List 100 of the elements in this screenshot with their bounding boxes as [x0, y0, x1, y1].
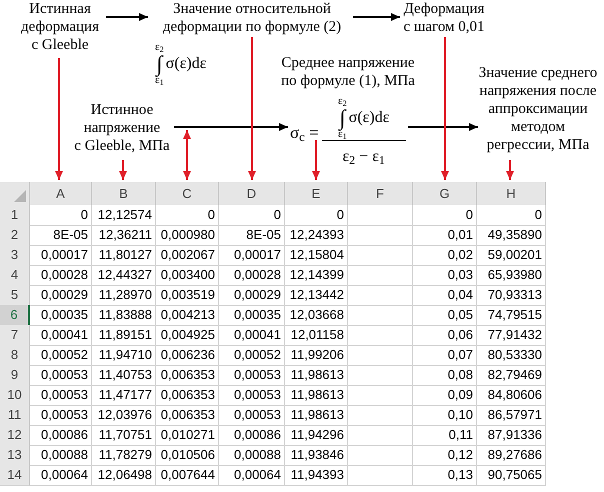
- empty-cell: [348, 205, 413, 226]
- column-header[interactable]: G: [413, 182, 477, 205]
- table-cell: 0,007644: [156, 465, 219, 486]
- table-cell: 80,53330: [477, 345, 546, 366]
- row-header[interactable]: 1: [0, 205, 30, 226]
- table-cell: 0,004213: [156, 305, 219, 326]
- table-cell: 0,00035: [30, 305, 92, 326]
- denominator: ε$_{2}$ − ε$_{1}$: [342, 147, 385, 169]
- table-cell: 0,00088: [219, 445, 285, 466]
- integrand: σ(ε)dε: [166, 54, 206, 74]
- empty-cell: [348, 265, 413, 286]
- integrand: σ(ε)dε: [348, 108, 390, 128]
- table-cell: 82,79469: [477, 365, 546, 386]
- table-cell: 0,00064: [30, 465, 92, 486]
- table-cell: 65,93980: [477, 265, 546, 286]
- table-cell: 0,00028: [219, 265, 285, 286]
- table-cell: 0: [156, 205, 219, 226]
- table-cell: 0,09: [413, 385, 477, 406]
- table-cell: 0,00029: [219, 285, 285, 306]
- table-cell: 11,78279: [92, 445, 156, 466]
- column-header[interactable]: A: [30, 182, 92, 205]
- table-cell: 0,002067: [156, 245, 219, 266]
- table-cell: 11,94296: [285, 425, 348, 446]
- column-header[interactable]: D: [219, 182, 285, 205]
- table-cell: 12,06498: [92, 465, 156, 486]
- table-cell: 0,00052: [219, 345, 285, 366]
- table-cell: 0,02: [413, 245, 477, 266]
- annotation-label: Среднее напряжение по формуле (1), МПа: [280, 54, 416, 90]
- table-cell: 0,00028: [30, 265, 92, 286]
- table-cell: 0,10: [413, 405, 477, 426]
- table-cell: 87,91336: [477, 425, 546, 446]
- table-cell: 0,00086: [219, 425, 285, 446]
- table-cell: 11,47177: [92, 385, 156, 406]
- column-header[interactable]: C: [156, 182, 219, 205]
- annotation-label: Деформация с шагом 0,01: [402, 0, 486, 36]
- table-cell: 11,40753: [92, 365, 156, 386]
- row-header[interactable]: 11: [0, 405, 30, 426]
- table-cell: 11,99206: [285, 345, 348, 366]
- table-cell: 11,80127: [92, 245, 156, 266]
- row-header[interactable]: 8: [0, 345, 30, 366]
- empty-cell: [348, 305, 413, 326]
- table-cell: 0,000980: [156, 225, 219, 246]
- table-cell: 0,00052: [30, 345, 92, 366]
- table-cell: 11,98613: [285, 385, 348, 406]
- table-cell: 12,13442: [285, 285, 348, 306]
- table-cell: 84,80606: [477, 385, 546, 406]
- table-cell: 0,00029: [30, 285, 92, 306]
- table-cell: 11,98613: [285, 365, 348, 386]
- double-arrow: [183, 130, 191, 180]
- formula-lhs: σ$_{c}$ =: [290, 122, 319, 146]
- row-header[interactable]: 6: [0, 305, 30, 326]
- column-header[interactable]: H: [477, 182, 546, 205]
- table-cell: 12,12574: [92, 205, 156, 226]
- empty-cell: [348, 325, 413, 346]
- empty-cell: [348, 225, 413, 246]
- empty-cell: [348, 425, 413, 446]
- table-cell: 0,11: [413, 425, 477, 446]
- table-cell: 12,03976: [92, 405, 156, 426]
- row-header[interactable]: 2: [0, 225, 30, 246]
- table-cell: 70,93313: [477, 285, 546, 306]
- table-cell: 0,00053: [219, 405, 285, 426]
- table-cell: 0,00053: [30, 385, 92, 406]
- table-cell: 0,00064: [219, 465, 285, 486]
- table-cell: 0,13: [413, 465, 477, 486]
- table-cell: 12,44327: [92, 265, 156, 286]
- table-cell: 0,006353: [156, 385, 219, 406]
- column-header[interactable]: E: [285, 182, 348, 205]
- table-cell: 0: [413, 205, 477, 226]
- row-header[interactable]: 14: [0, 465, 30, 486]
- table-cell: 59,00201: [477, 245, 546, 266]
- upper-limit: ε$_{2}$: [155, 42, 164, 53]
- table-cell: 0,006353: [156, 405, 219, 426]
- row-header[interactable]: 9: [0, 365, 30, 386]
- row-header[interactable]: 5: [0, 285, 30, 306]
- table-cell: 0: [219, 205, 285, 226]
- annotation-label: Истинное напряжение с Gleeble, МПа: [73, 101, 171, 155]
- table-cell: 0,08: [413, 365, 477, 386]
- row-header[interactable]: 3: [0, 245, 30, 266]
- empty-cell: [348, 245, 413, 266]
- annotation-label: Значение среднего напряжения после аппроксимации методом регрессии, МПа: [478, 64, 598, 154]
- column-header[interactable]: B: [92, 182, 156, 205]
- table-cell: 86,57971: [477, 405, 546, 426]
- table-cell: 0,003519: [156, 285, 219, 306]
- table-cell: 0,006236: [156, 345, 219, 366]
- column-header[interactable]: F: [348, 182, 413, 205]
- table-cell: 11,98613: [285, 405, 348, 426]
- row-header[interactable]: 4: [0, 265, 30, 286]
- table-cell: 0,03: [413, 265, 477, 286]
- row-header[interactable]: 13: [0, 445, 30, 466]
- row-header[interactable]: 10: [0, 385, 30, 406]
- table-cell: 8E-05: [219, 225, 285, 246]
- row-header[interactable]: 12: [0, 425, 30, 446]
- table-cell: 0,06: [413, 325, 477, 346]
- table-cell: 0,006353: [156, 365, 219, 386]
- row-header[interactable]: 7: [0, 325, 30, 346]
- table-cell: 0,00053: [30, 365, 92, 386]
- table-cell: 11,93846: [285, 445, 348, 466]
- table-cell: 0: [30, 205, 92, 226]
- empty-cell: [348, 365, 413, 386]
- table-cell: 0,00041: [219, 325, 285, 346]
